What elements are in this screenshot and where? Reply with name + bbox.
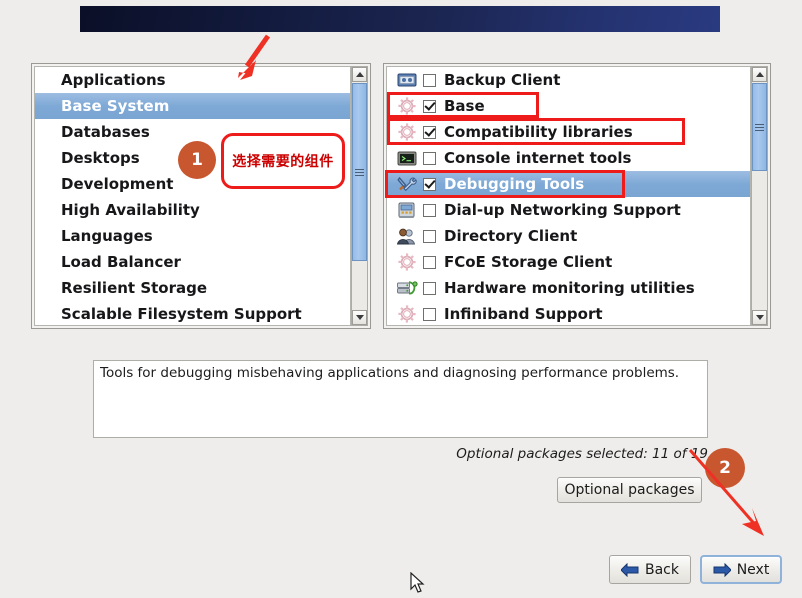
tools-icon xyxy=(396,174,418,194)
scrollbar-thumb[interactable] xyxy=(752,83,767,171)
package-list-item[interactable]: Base xyxy=(387,93,750,119)
package-group-list[interactable]: Applications Base System Databases Desktops… xyxy=(34,66,351,326)
package-checkbox[interactable] xyxy=(423,203,436,217)
annotation-callout-1: 选择需要的组件 xyxy=(221,133,345,189)
arrow-left-icon xyxy=(621,562,639,577)
package-list-item[interactable]: Backup Client xyxy=(387,67,750,93)
package-list-item[interactable]: Compatibility libraries xyxy=(387,119,750,145)
package-group-panel: Applications Base System Databases Desktops… xyxy=(31,63,371,329)
gear-icon xyxy=(396,304,418,324)
optional-packages-button[interactable]: Optional packages xyxy=(557,477,702,503)
annotation-badge-2: 2 xyxy=(705,448,745,488)
group-list-item[interactable]: Languages xyxy=(35,223,350,249)
package-list-item-label: Console internet tools xyxy=(444,149,632,167)
optional-packages-count: Optional packages selected: 11 of 19 xyxy=(456,446,708,462)
group-list-item[interactable]: Load Balancer xyxy=(35,249,350,275)
package-list-item-label: Directory Client xyxy=(444,227,578,245)
scrollbar-thumb[interactable] xyxy=(352,83,367,261)
package-checkbox[interactable] xyxy=(423,177,436,191)
gear-icon xyxy=(396,122,418,142)
package-list-item[interactable]: Directory Client xyxy=(387,223,750,249)
package-checkbox[interactable] xyxy=(423,99,436,113)
installer-window: Applications Base System Databases Desktops… xyxy=(0,0,802,598)
package-list-item-label: Hardware monitoring utilities xyxy=(444,279,695,297)
next-button-label: Next xyxy=(736,561,770,578)
annotation-badge-1: 1 xyxy=(178,141,216,179)
package-list-scrollbar[interactable] xyxy=(751,66,768,326)
group-list-item-label: Desktops xyxy=(61,149,140,167)
scroll-up-button[interactable] xyxy=(752,67,767,82)
group-list-item[interactable]: Base System xyxy=(35,93,350,119)
group-list-item-label: Development xyxy=(61,175,174,193)
group-list-item-label: Base System xyxy=(61,97,170,115)
back-button-label: Back xyxy=(645,561,679,578)
package-list-item-label: Compatibility libraries xyxy=(444,123,633,141)
package-list-item-label: Backup Client xyxy=(444,71,561,89)
package-list-item[interactable]: Hardware monitoring utilities xyxy=(387,275,750,301)
package-list-item[interactable]: Console internet tools xyxy=(387,145,750,171)
terminal-icon xyxy=(396,148,418,168)
package-checkbox-list[interactable]: Backup Client Base Compatibility libraries… xyxy=(386,66,751,326)
group-list-item-label: High Availability xyxy=(61,201,200,219)
gear-icon xyxy=(396,96,418,116)
package-checkbox[interactable] xyxy=(423,151,436,165)
package-list-item[interactable]: Debugging Tools xyxy=(387,171,750,197)
group-list-item[interactable]: High Availability xyxy=(35,197,350,223)
group-list-item[interactable]: Resilient Storage xyxy=(35,275,350,301)
telephone-icon xyxy=(396,200,418,220)
package-checkbox[interactable] xyxy=(423,307,436,321)
package-description-box: Tools for debugging misbehaving applicat… xyxy=(93,360,708,438)
package-list-item[interactable]: Dial-up Networking Support xyxy=(387,197,750,223)
group-list-item-label: Scalable Filesystem Support xyxy=(61,305,302,323)
package-checkbox[interactable] xyxy=(423,73,436,87)
group-list-item[interactable]: Applications xyxy=(35,67,350,93)
package-checkbox[interactable] xyxy=(423,255,436,269)
gear-icon xyxy=(396,252,418,272)
package-list-item-label: Infiniband Support xyxy=(444,305,603,323)
group-list-item-label: Applications xyxy=(61,71,166,89)
back-button[interactable]: Back xyxy=(609,555,691,584)
mouse-cursor xyxy=(410,572,425,593)
package-list-item-label: Dial-up Networking Support xyxy=(444,201,681,219)
scroll-up-button[interactable] xyxy=(352,67,367,82)
next-button[interactable]: Next xyxy=(700,555,782,584)
arrow-right-icon xyxy=(713,562,731,577)
package-list-item-label: Debugging Tools xyxy=(444,175,585,193)
package-list-item[interactable]: FCoE Storage Client xyxy=(387,249,750,275)
group-list-item[interactable]: Scalable Filesystem Support xyxy=(35,301,350,325)
stethoscope-server-icon xyxy=(396,278,418,298)
annotation-callout-1-text: 选择需要的组件 xyxy=(232,154,334,170)
user-icon xyxy=(396,226,418,246)
group-list-item-label: Databases xyxy=(61,123,150,141)
chevron-up-icon xyxy=(755,72,764,77)
chevron-down-icon xyxy=(755,315,764,320)
grip-icon xyxy=(755,123,764,131)
package-list-item-label: Base xyxy=(444,97,485,115)
package-list-item[interactable]: Infiniband Support xyxy=(387,301,750,325)
package-description-text: Tools for debugging misbehaving applicat… xyxy=(100,365,680,381)
package-checkbox[interactable] xyxy=(423,125,436,139)
package-checkbox[interactable] xyxy=(423,281,436,295)
grip-icon xyxy=(355,168,364,176)
group-list-item-label: Resilient Storage xyxy=(61,279,208,297)
group-list-item-label: Languages xyxy=(61,227,153,245)
package-panel: Backup Client Base Compatibility libraries… xyxy=(383,63,771,329)
scroll-down-button[interactable] xyxy=(352,310,367,325)
group-list-scrollbar[interactable] xyxy=(351,66,368,326)
package-checkbox[interactable] xyxy=(423,229,436,243)
installer-banner xyxy=(80,6,720,32)
chevron-down-icon xyxy=(355,315,364,320)
tape-drive-icon xyxy=(396,70,418,90)
package-list-item-label: FCoE Storage Client xyxy=(444,253,613,271)
group-list-item-label: Load Balancer xyxy=(61,253,181,271)
chevron-up-icon xyxy=(355,72,364,77)
scroll-down-button[interactable] xyxy=(752,310,767,325)
